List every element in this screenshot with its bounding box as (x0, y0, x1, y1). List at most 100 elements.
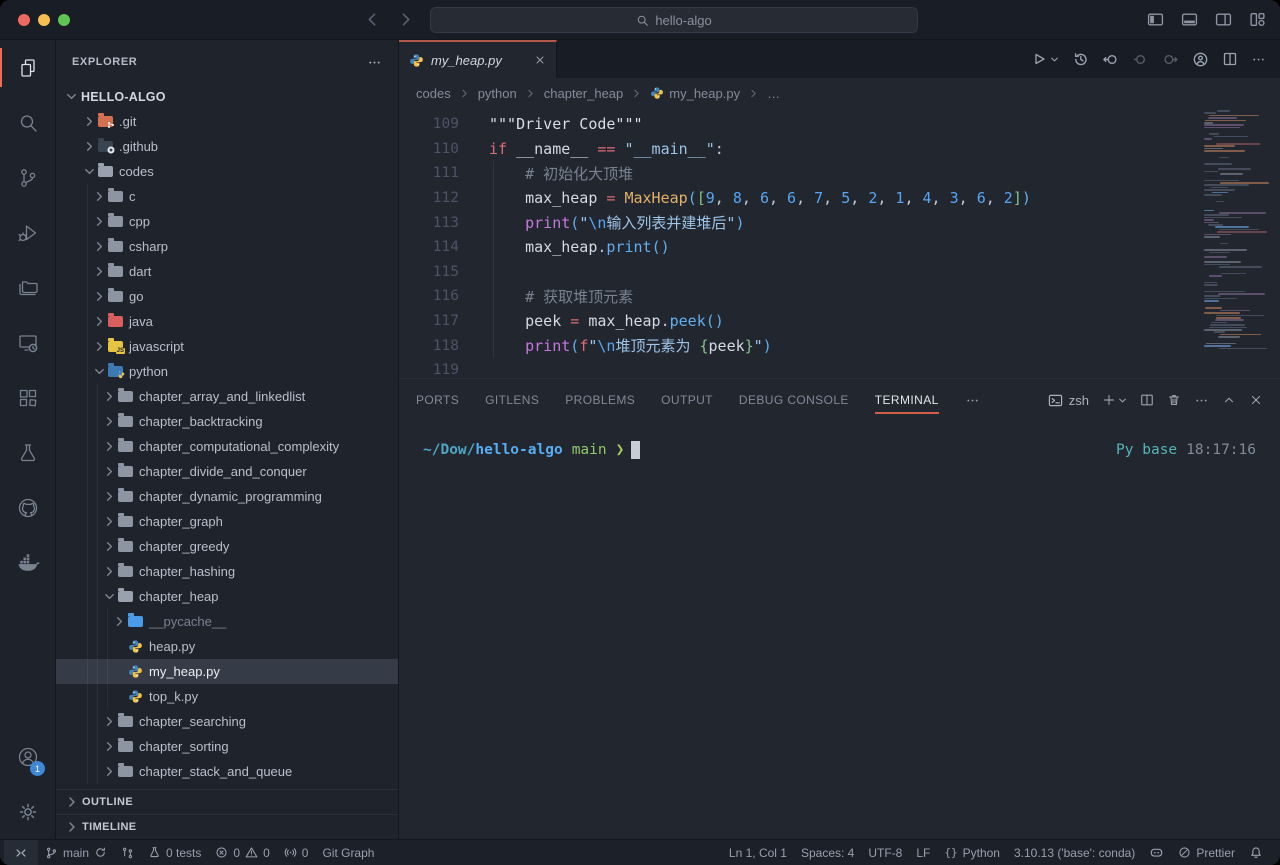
more-actions-icon[interactable] (1251, 52, 1266, 67)
cursor-position-status[interactable]: Ln 1, Col 1 (722, 840, 794, 865)
toggle-blame-icon[interactable] (1192, 51, 1209, 68)
split-terminal-icon[interactable] (1140, 393, 1154, 407)
line-number[interactable]: 112 (399, 190, 459, 206)
panel-tab-debug-console[interactable]: DEBUG CONSOLE (739, 379, 849, 421)
code-line-111[interactable]: 111 # 初始化大顶堆 (399, 161, 1280, 186)
file-history-icon[interactable] (1072, 51, 1089, 68)
code-line-118[interactable]: 118 print(f"\n堆顶元素为 {peek}") (399, 333, 1280, 358)
explorer-more-actions-icon[interactable] (367, 55, 382, 70)
tree-item-chapter-searching[interactable]: chapter_searching (56, 709, 398, 734)
breadcrumb-item-my-heap-py[interactable]: my_heap.py (650, 86, 740, 101)
tree-item-chapter-backtracking[interactable]: chapter_backtracking (56, 409, 398, 434)
command-center-search[interactable]: hello-algo (430, 7, 918, 33)
line-number[interactable]: 118 (399, 338, 459, 354)
next-change-icon[interactable] (1162, 51, 1179, 68)
tree-item-python[interactable]: python (56, 359, 398, 384)
tree-item-github[interactable]: .github (56, 134, 398, 159)
python-interpreter-status[interactable]: 3.10.13 ('base': conda) (1007, 840, 1142, 865)
copilot-status[interactable] (1142, 840, 1171, 865)
tree-item-chapter-stack-and-queue[interactable]: chapter_stack_and_queue (56, 759, 398, 784)
code-line-119[interactable]: 119 (399, 358, 1280, 378)
breadcrumb-item-[interactable]: … (767, 86, 780, 101)
outline-section[interactable]: OUTLINE (56, 789, 398, 814)
code-line-112[interactable]: 112 max_heap = MaxHeap([9, 8, 6, 6, 7, 5… (399, 186, 1280, 211)
tests-status[interactable]: 0 tests (141, 840, 208, 865)
breadcrumb-item-python[interactable]: python (478, 86, 517, 101)
line-number[interactable]: 109 (399, 116, 459, 132)
line-number[interactable]: 110 (399, 141, 459, 157)
line-number[interactable]: 117 (399, 313, 459, 329)
remote-indicator[interactable] (4, 840, 38, 865)
activity-bar-item-docker[interactable] (0, 535, 55, 590)
gitlens-status[interactable] (114, 840, 141, 865)
activity-bar-item-github[interactable] (0, 480, 55, 535)
panel-tab-problems[interactable]: PROBLEMS (565, 379, 635, 421)
tree-item-chapter-heap[interactable]: chapter_heap (56, 584, 398, 609)
line-number[interactable]: 113 (399, 215, 459, 231)
tree-item-dart[interactable]: dart (56, 259, 398, 284)
open-changes-icon[interactable] (1102, 51, 1119, 68)
tab-my-heap-py[interactable]: my_heap.py (399, 40, 557, 78)
tree-item-chapter-hashing[interactable]: chapter_hashing (56, 559, 398, 584)
language-mode-status[interactable]: {} Python (937, 840, 1007, 865)
tree-item-java[interactable]: java (56, 309, 398, 334)
maximize-panel-icon[interactable] (1222, 393, 1236, 407)
tree-item-chapter-dynamic-programming[interactable]: chapter_dynamic_programming (56, 484, 398, 509)
zoom-window-button[interactable] (58, 14, 70, 26)
panel-tab-terminal[interactable]: TERMINAL (875, 379, 939, 421)
tree-item-cpp[interactable]: cpp (56, 209, 398, 234)
breadcrumb-item-chapter-heap[interactable]: chapter_heap (544, 86, 624, 101)
panel-tabs-more-icon[interactable] (965, 393, 980, 408)
activity-bar-item-accounts[interactable]: 1 (0, 729, 55, 784)
tree-item-chapter-greedy[interactable]: chapter_greedy (56, 534, 398, 559)
toggle-secondary-sidebar-icon[interactable] (1215, 11, 1232, 28)
formatter-status[interactable]: Prettier (1171, 840, 1242, 865)
customize-layout-icon[interactable] (1249, 11, 1266, 28)
tree-item-c[interactable]: c (56, 184, 398, 209)
breadcrumb-item-codes[interactable]: codes (416, 86, 451, 101)
terminal-instance-zsh[interactable]: zsh (1048, 393, 1089, 408)
problems-status[interactable]: 0 0 (208, 840, 276, 865)
new-terminal-icon[interactable] (1102, 393, 1127, 407)
activity-bar-item-folders[interactable] (0, 260, 55, 315)
tree-item-git[interactable]: .git (56, 109, 398, 134)
activity-bar-item-explorer[interactable] (0, 40, 55, 95)
tree-item-hello-algo[interactable]: HELLO-ALGO (56, 84, 398, 109)
line-number[interactable]: 119 (399, 362, 459, 378)
kill-terminal-icon[interactable] (1167, 393, 1181, 407)
git-branch-status[interactable]: main (38, 840, 114, 865)
tree-item-go[interactable]: go (56, 284, 398, 309)
split-editor-icon[interactable] (1222, 51, 1238, 67)
tree-item-chapter-graph[interactable]: chapter_graph (56, 509, 398, 534)
code-line-110[interactable]: 110if __name__ == "__main__": (399, 137, 1280, 162)
notifications-bell-icon[interactable] (1242, 840, 1270, 865)
code-line-114[interactable]: 114 max_heap.print() (399, 235, 1280, 260)
toggle-panel-icon[interactable] (1181, 11, 1198, 28)
tree-item-chapter-array-and-linkedlist[interactable]: chapter_array_and_linkedlist (56, 384, 398, 409)
encoding-status[interactable]: UTF-8 (861, 840, 909, 865)
navigate-forward-icon[interactable] (397, 11, 414, 28)
code-line-109[interactable]: 109"""Driver Code""" (399, 112, 1280, 137)
tree-item-chapter-computational-complexity[interactable]: chapter_computational_complexity (56, 434, 398, 459)
line-number[interactable]: 111 (399, 165, 459, 181)
toggle-sidebar-icon[interactable] (1147, 11, 1164, 28)
timeline-section[interactable]: TIMELINE (56, 814, 398, 839)
panel-tab-ports[interactable]: PORTS (416, 379, 459, 421)
close-window-button[interactable] (18, 14, 30, 26)
activity-bar-item-remote-explorer[interactable] (0, 315, 55, 370)
close-tab-icon[interactable] (534, 54, 546, 66)
close-panel-icon[interactable] (1249, 393, 1263, 407)
eol-status[interactable]: LF (909, 840, 937, 865)
feedback-status[interactable]: 0 (277, 840, 316, 865)
tree-item-codes[interactable]: codes (56, 159, 398, 184)
line-number[interactable]: 114 (399, 239, 459, 255)
activity-bar-item-settings[interactable] (0, 784, 55, 839)
navigate-back-icon[interactable] (364, 11, 381, 28)
line-number[interactable]: 115 (399, 264, 459, 280)
activity-bar-item-run-debug[interactable] (0, 205, 55, 260)
minimap[interactable] (1202, 110, 1274, 354)
code-line-115[interactable]: 115 (399, 260, 1280, 285)
panel-tab-gitlens[interactable]: GITLENS (485, 379, 539, 421)
activity-bar-item-search[interactable] (0, 95, 55, 150)
activity-bar-item-extensions[interactable] (0, 370, 55, 425)
